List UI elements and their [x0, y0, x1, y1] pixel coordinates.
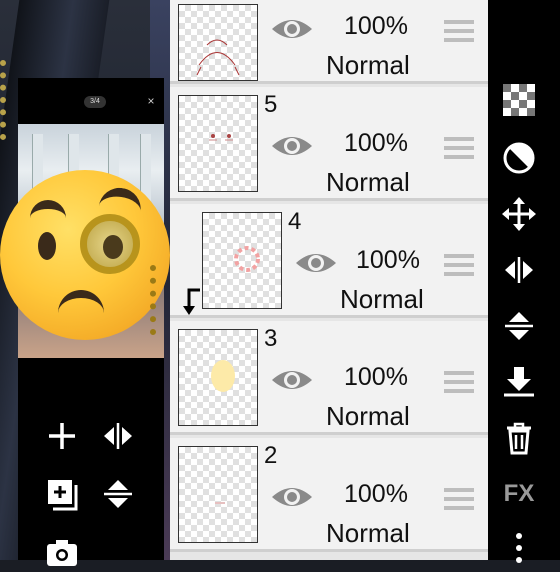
layer-number: 4 — [288, 208, 302, 235]
more-icon[interactable] — [494, 524, 544, 568]
drag-handle-icon[interactable] — [444, 371, 474, 393]
checkerboard-icon[interactable] — [494, 78, 544, 122]
layer-row[interactable]: 2 100% Normal — [170, 438, 488, 552]
drag-handle-icon[interactable] — [444, 488, 474, 510]
layer-blend-mode[interactable]: Normal — [340, 284, 424, 315]
emoji-brow — [30, 200, 66, 221]
drag-handle-icon[interactable] — [444, 20, 474, 42]
emoji-eye — [38, 232, 56, 260]
layer-opacity[interactable]: 100% — [344, 129, 408, 158]
layer-thumbnail[interactable] — [178, 446, 258, 543]
layer-number: 3 — [264, 325, 278, 352]
layer-opacity[interactable]: 100% — [356, 246, 420, 275]
layer-opacity[interactable]: 100% — [344, 12, 408, 41]
merge-down-icon[interactable] — [494, 360, 544, 404]
emoji-monocle-chain — [150, 265, 166, 335]
eye-icon[interactable] — [270, 14, 314, 44]
trash-icon[interactable] — [494, 416, 544, 460]
emoji-monocle — [80, 214, 140, 274]
layer-opacity[interactable]: 100% — [344, 363, 408, 392]
flip-horizontal-icon[interactable] — [98, 416, 138, 456]
eye-icon[interactable] — [294, 248, 338, 278]
popup-page-counter: 3/4 — [84, 96, 106, 108]
layer-blend-mode[interactable]: Normal — [326, 518, 410, 549]
emoji-mouth — [58, 290, 104, 314]
drag-handle-icon[interactable] — [444, 137, 474, 159]
fx-icon[interactable]: FX — [494, 472, 544, 516]
layer-thumbnail[interactable] — [178, 95, 258, 192]
eye-icon[interactable] — [270, 365, 314, 395]
camera-icon[interactable] — [42, 532, 82, 572]
layer-blend-mode[interactable]: Normal — [326, 50, 410, 81]
eye-icon[interactable] — [270, 131, 314, 161]
layer-number: 5 — [264, 91, 278, 118]
popup-header: 3/4 × — [18, 78, 164, 124]
layer-opacity[interactable]: 100% — [344, 480, 408, 509]
emoji-pupil — [103, 235, 123, 259]
layer-tools-panel — [18, 408, 164, 566]
add-layer-icon[interactable] — [42, 416, 82, 456]
circle-half-icon[interactable] — [494, 136, 544, 180]
layers-panel: 100% Normal 5 100% Normal 4 100% Normal … — [170, 0, 488, 560]
close-icon[interactable]: × — [144, 94, 158, 108]
drag-handle-icon[interactable] — [444, 254, 474, 276]
layer-number: 2 — [264, 442, 278, 469]
layer-blend-mode[interactable]: Normal — [326, 167, 410, 198]
layer-row[interactable]: 5 100% Normal — [170, 87, 488, 201]
flip-horizontal-icon[interactable] — [494, 248, 544, 292]
flip-vertical-icon[interactable] — [98, 474, 138, 514]
layer-blend-mode[interactable]: Normal — [326, 401, 410, 432]
layer-row[interactable]: 100% Normal — [170, 0, 488, 84]
clipping-arrow-icon — [183, 288, 200, 315]
layer-thumbnail[interactable] — [178, 4, 258, 81]
monocle-emoji-sticker — [0, 170, 170, 340]
eye-icon[interactable] — [270, 482, 314, 512]
add-folder-icon[interactable] — [42, 474, 82, 514]
layer-thumbnail[interactable] — [178, 329, 258, 426]
emoji-brow — [98, 185, 144, 214]
layer-thumbnail[interactable] — [202, 212, 282, 309]
layer-row[interactable]: 4 100% Normal — [170, 204, 488, 318]
layer-actions-sidebar: FX — [488, 0, 560, 563]
move-icon[interactable] — [494, 192, 544, 236]
layer-row[interactable]: 3 100% Normal — [170, 321, 488, 435]
flip-vertical-icon[interactable] — [494, 304, 544, 348]
